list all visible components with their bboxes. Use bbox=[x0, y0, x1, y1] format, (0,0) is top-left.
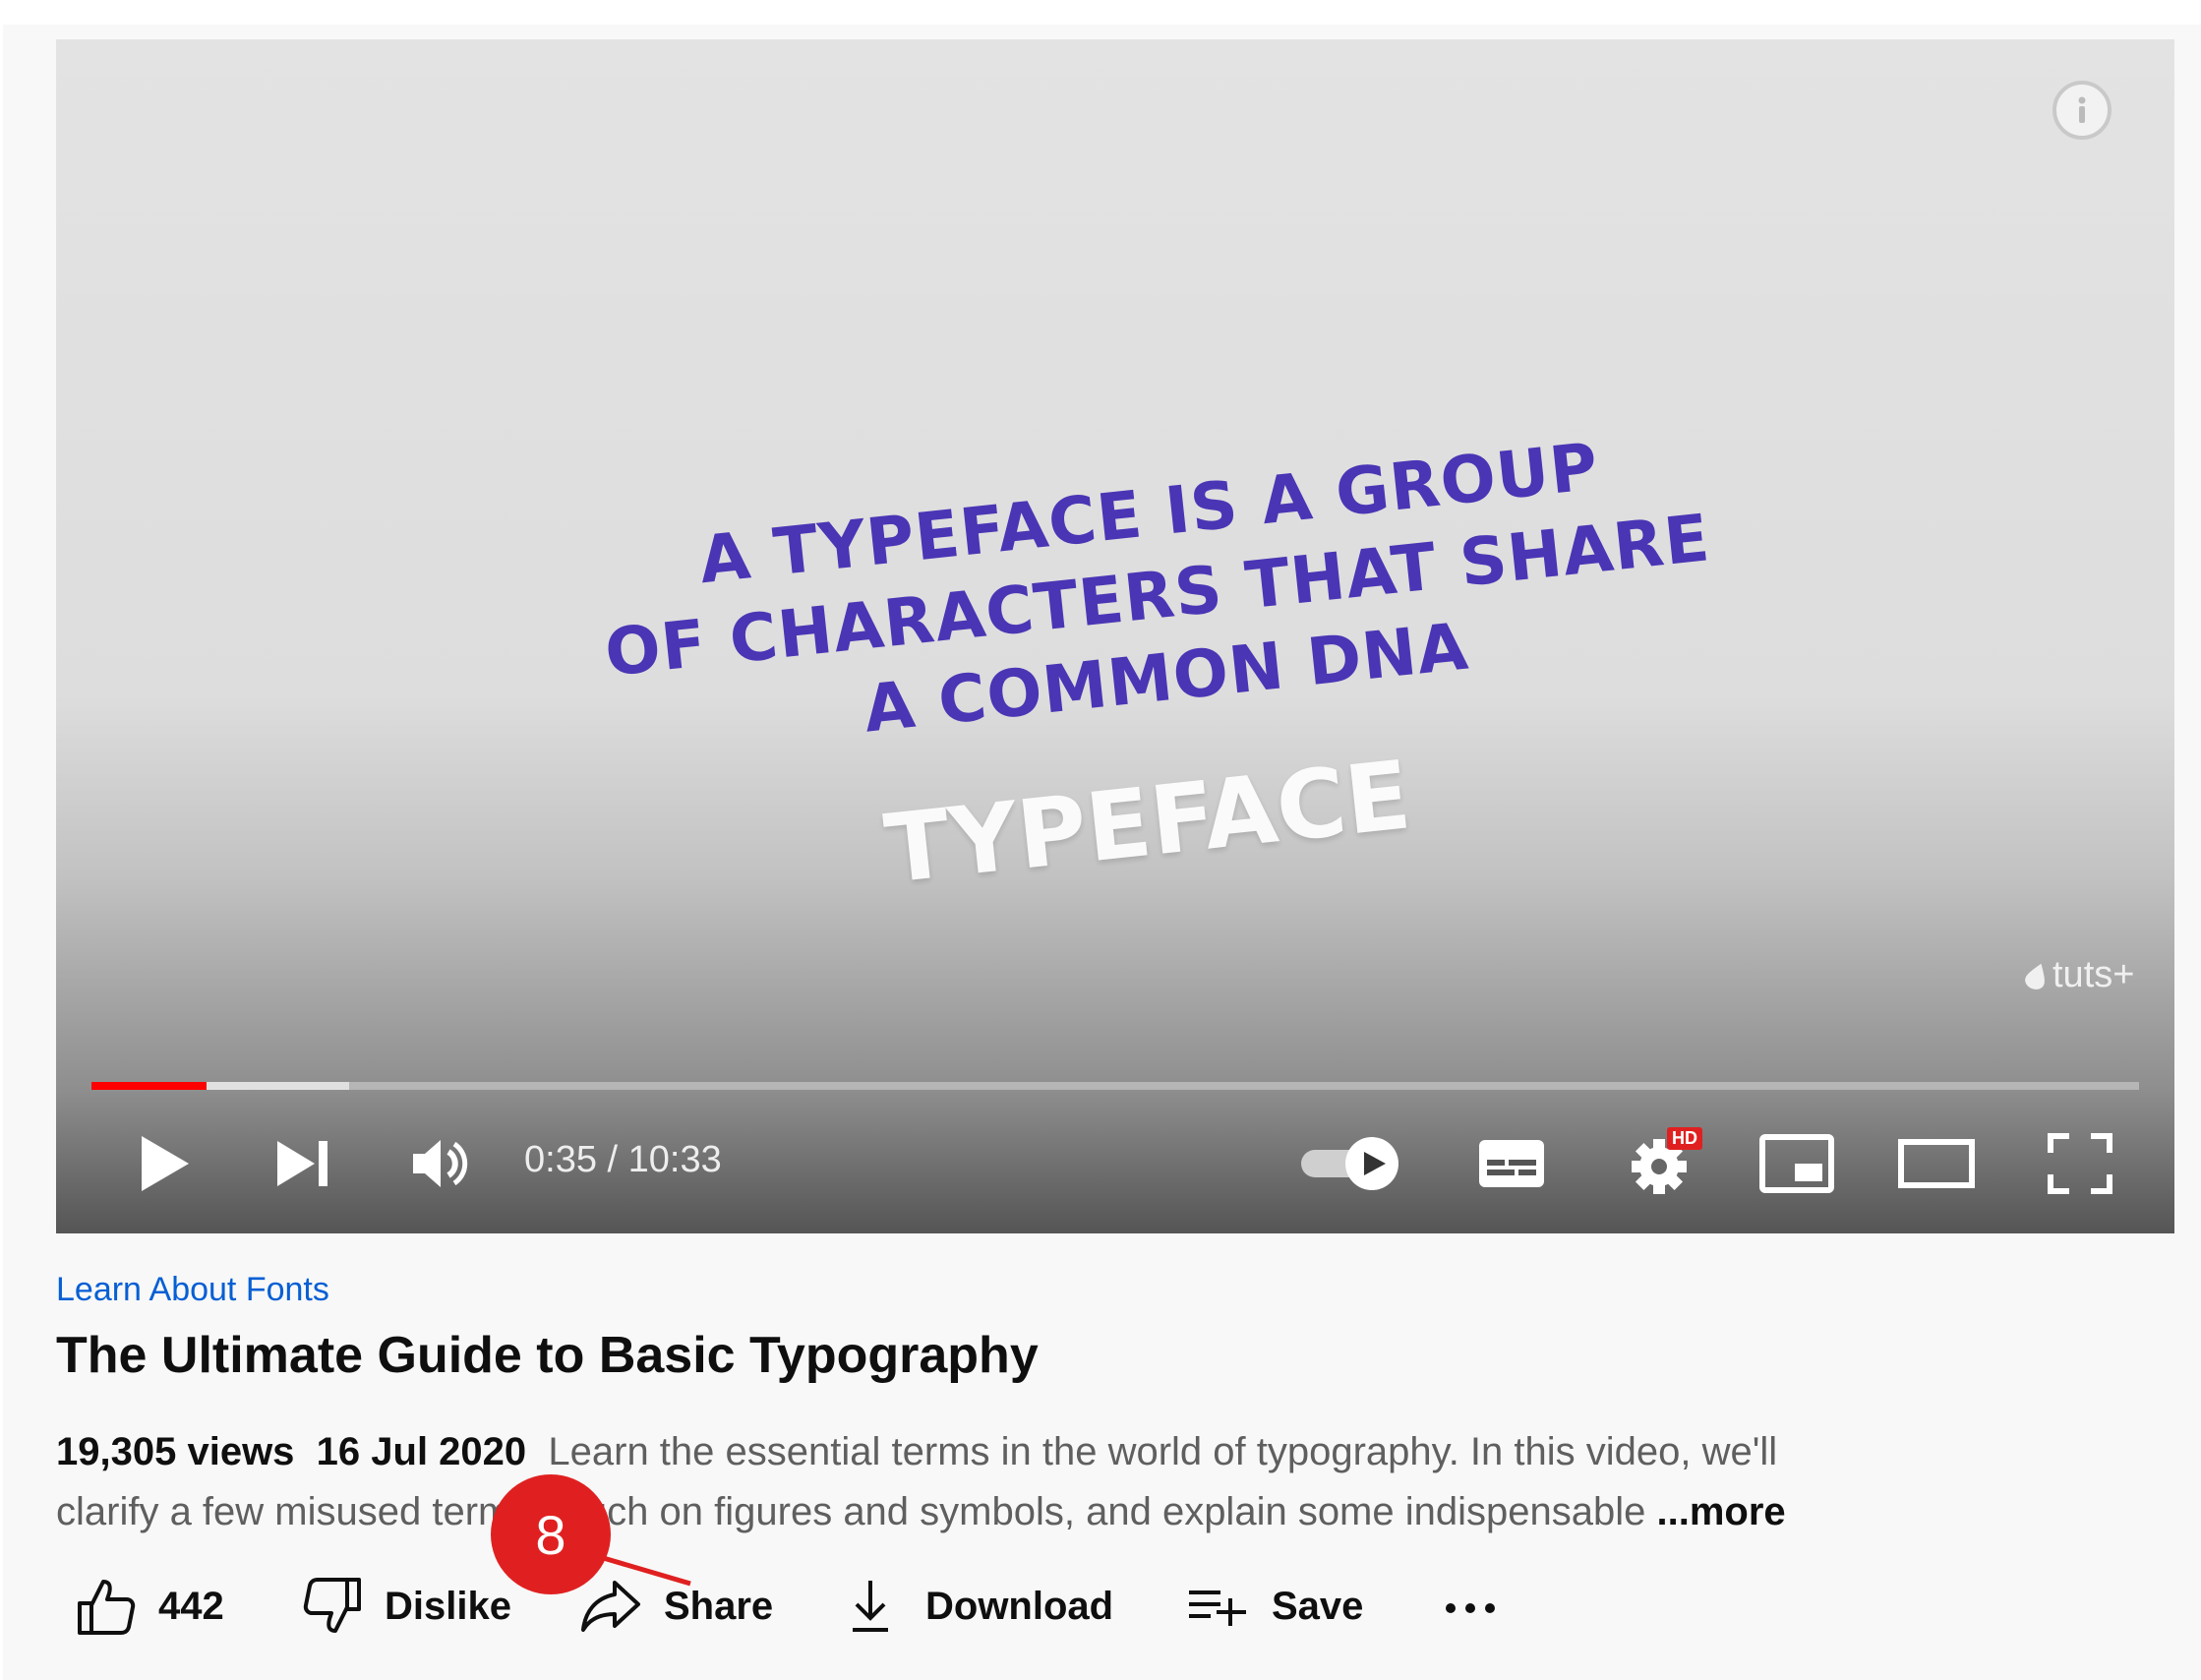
video-description[interactable]: 19,305 views 16 Jul 2020 Learn the essen… bbox=[56, 1422, 1944, 1542]
volume-button[interactable] bbox=[402, 1129, 481, 1198]
video-headline: A typeface is a group of characters that… bbox=[508, 406, 1806, 787]
dislike-button[interactable]: Dislike bbox=[302, 1572, 511, 1641]
thumbs-up-icon bbox=[78, 1580, 136, 1635]
fullscreen-icon bbox=[2048, 1133, 2112, 1194]
like-button[interactable]: 442 bbox=[76, 1572, 224, 1641]
channel-link[interactable]: Learn About Fonts bbox=[56, 1271, 329, 1309]
hd-badge: HD bbox=[1667, 1127, 1702, 1150]
theater-mode-button[interactable] bbox=[1887, 1129, 1986, 1198]
fullscreen-button[interactable] bbox=[2031, 1129, 2129, 1198]
volume-icon bbox=[413, 1140, 468, 1187]
annotation-badge: 8 bbox=[491, 1474, 611, 1594]
channel-watermark: tuts+ bbox=[2025, 954, 2134, 996]
like-count: 442 bbox=[158, 1584, 224, 1628]
download-icon bbox=[853, 1581, 888, 1632]
save-label: Save bbox=[1272, 1584, 1364, 1628]
next-icon bbox=[277, 1141, 327, 1186]
video-title: The Ultimate Guide to Basic Typography bbox=[56, 1327, 1039, 1384]
theater-mode-icon bbox=[1898, 1139, 1975, 1188]
progress-played bbox=[91, 1082, 207, 1090]
subtitles-icon bbox=[1479, 1140, 1544, 1187]
description-line-2: clarify a few misused terms, touch on fi… bbox=[56, 1490, 1646, 1533]
download-label: Download bbox=[925, 1584, 1114, 1628]
upload-date: 16 Jul 2020 bbox=[316, 1430, 527, 1473]
time-display: 0:35 / 10:33 bbox=[524, 1139, 722, 1180]
share-label: Share bbox=[664, 1584, 774, 1628]
next-button[interactable] bbox=[265, 1129, 343, 1198]
miniplayer-icon bbox=[1759, 1134, 1834, 1193]
autoplay-toggle[interactable] bbox=[1297, 1129, 1405, 1198]
info-icon[interactable] bbox=[2052, 81, 2112, 140]
thumbs-down-icon bbox=[303, 1578, 361, 1633]
share-button[interactable]: Share bbox=[579, 1572, 773, 1641]
play-icon bbox=[142, 1136, 189, 1191]
miniplayer-button[interactable] bbox=[1748, 1129, 1846, 1198]
progress-bar[interactable] bbox=[91, 1082, 2139, 1090]
dislike-label: Dislike bbox=[385, 1584, 511, 1628]
view-count: 19,305 views bbox=[56, 1430, 295, 1473]
add-to-playlist-icon bbox=[1189, 1590, 1246, 1626]
subtitles-button[interactable] bbox=[1462, 1129, 1561, 1198]
share-icon bbox=[581, 1581, 640, 1632]
more-link[interactable]: ...more bbox=[1657, 1490, 1786, 1533]
more-horizontal-icon bbox=[1446, 1603, 1495, 1613]
watermark-text: tuts+ bbox=[2052, 954, 2135, 995]
video-subword: TYPEFACE bbox=[879, 740, 1416, 905]
video-player[interactable]: A typeface is a group of characters that… bbox=[56, 39, 2174, 1233]
droplet-icon bbox=[2025, 963, 2045, 990]
save-button[interactable]: Save bbox=[1187, 1572, 1363, 1641]
description-line-1: Learn the essential terms in the world o… bbox=[548, 1430, 1778, 1473]
play-button[interactable] bbox=[125, 1129, 204, 1198]
more-actions-button[interactable] bbox=[1443, 1572, 1498, 1641]
settings-button[interactable]: HD bbox=[1608, 1127, 1716, 1198]
download-button[interactable]: Download bbox=[849, 1572, 1113, 1641]
autoplay-toggle-icon bbox=[1301, 1137, 1398, 1190]
